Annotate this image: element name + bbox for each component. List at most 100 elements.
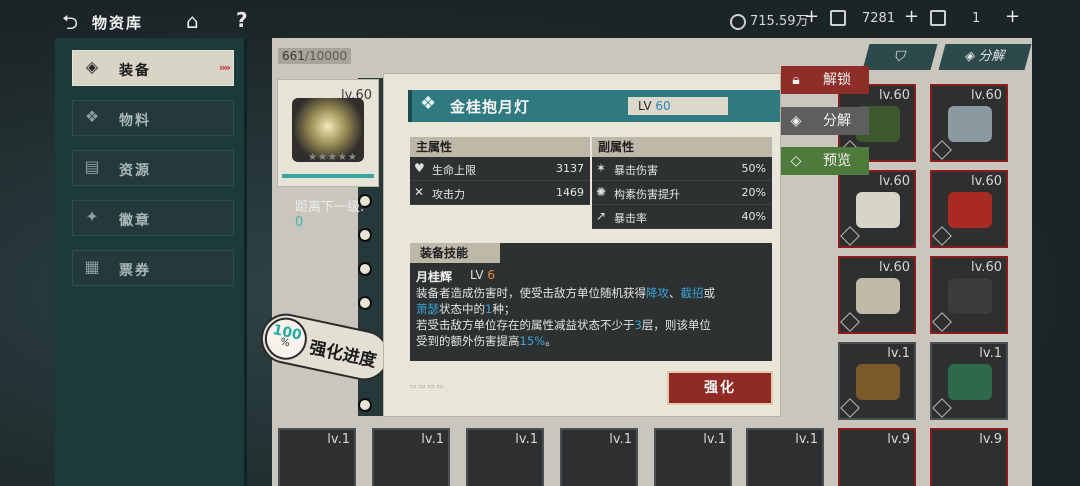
skill-text: 若受击敌方单位存在的属性减益状态不少于	[416, 318, 635, 332]
item-level: lv.1	[887, 346, 910, 361]
attribute-value: 1469	[556, 186, 584, 199]
item-badge-icon	[932, 140, 952, 160]
inventory-item[interactable]: lv.60	[930, 84, 1008, 162]
ring-icon	[358, 228, 372, 242]
tab-vouchers[interactable]: ▦ 票券	[72, 250, 234, 286]
tab-label: 徽章	[119, 213, 151, 229]
inventory-item[interactable]: lv.60	[838, 256, 916, 334]
active-arrows-icon: »»	[218, 61, 231, 74]
attribute-value: 50%	[741, 162, 766, 175]
decompose-button[interactable]: ◈ 分解	[781, 107, 869, 135]
inventory-item[interactable]: lv.1	[654, 428, 732, 486]
sub-attributes-title: 副属性	[592, 137, 772, 157]
tab-badges[interactable]: ✦ 徽章	[72, 200, 234, 236]
preview-button[interactable]: ◇ 预览	[781, 147, 869, 175]
attribute-value: 40%	[741, 210, 766, 223]
inventory-item[interactable]: lv.1	[930, 342, 1008, 420]
swords-icon: ✕	[414, 185, 425, 199]
inventory-item[interactable]: lv.1	[746, 428, 824, 486]
item-level: lv.1	[515, 432, 538, 447]
card-value: 1	[972, 10, 981, 26]
home-icon[interactable]: ⌂	[186, 9, 199, 33]
skill-keyword: 3	[634, 318, 642, 332]
inventory-item[interactable]: lv.9	[930, 428, 1008, 486]
unlock-label: 解锁	[823, 72, 851, 88]
help-icon[interactable]: ?	[236, 8, 248, 32]
attribute-name: 构素伤害提升	[614, 188, 680, 201]
selected-item-card[interactable]: lv.60 ★★★★★	[277, 79, 379, 187]
voucher-icon: ▦	[84, 257, 100, 276]
equipment-skill-box: 装备技能 月桂辉 LV 6 装备者造成伤害时，使受击敌方单位随机获得降攻、截招或…	[410, 243, 772, 361]
inventory-item[interactable]: lv.1	[278, 428, 356, 486]
add-coin-button[interactable]: +	[804, 6, 819, 27]
page-title: 物资库	[92, 14, 144, 32]
inventory-item[interactable]: lv.9	[838, 428, 916, 486]
skill-text: 层，则该单位	[641, 318, 711, 332]
decompose-top-label: 分解	[977, 49, 1008, 64]
level-progress-bar	[282, 174, 374, 178]
construct-damage-icon: ✺	[596, 185, 607, 199]
attribute-row: ♥ 生命上限 3137	[410, 157, 590, 181]
back-icon[interactable]: ⮌	[62, 8, 92, 34]
ring-icon	[358, 296, 372, 310]
item-badge-icon	[840, 312, 860, 332]
skill-text: 或	[703, 286, 716, 300]
skill-text: 、	[669, 286, 681, 300]
item-art	[948, 364, 992, 400]
add-card-button[interactable]: +	[1005, 6, 1020, 27]
next-level-value: 0	[295, 215, 304, 230]
inventory-item[interactable]: lv.1	[372, 428, 450, 486]
inventory-item[interactable]: lv.1	[466, 428, 544, 486]
tab-materials[interactable]: ❖ 物料	[72, 100, 234, 136]
item-level: lv.60	[971, 260, 1002, 275]
skill-level: LV 6	[470, 268, 495, 282]
ring-icon	[358, 262, 372, 276]
ring-icon	[358, 398, 372, 412]
item-art	[948, 192, 992, 228]
inventory-item[interactable]: lv.1	[560, 428, 638, 486]
filter-button[interactable]: ⛉	[862, 44, 938, 70]
item-level: lv.1	[703, 432, 726, 447]
attribute-name: 攻击力	[432, 188, 465, 201]
badge-icon: ✦	[85, 207, 99, 226]
upgrade-button[interactable]: 强化	[667, 371, 773, 405]
tab-label: 装备	[119, 63, 151, 79]
add-ticket-button[interactable]: +	[904, 6, 919, 27]
lock-icon: 🔒︎	[792, 72, 800, 88]
inventory-item[interactable]: lv.60	[838, 170, 916, 248]
crit-rate-icon: ↗	[596, 209, 607, 223]
tab-equipment[interactable]: ◈ 装备 »»	[72, 50, 234, 86]
inventory-item[interactable]: lv.60	[930, 170, 1008, 248]
item-level: lv.60	[879, 88, 910, 103]
skill-keyword: 萧瑟	[416, 302, 439, 316]
resource-ticket: 7281	[830, 10, 895, 26]
decompose-top-button[interactable]: ◈ 分解	[938, 44, 1032, 70]
resource-card: 1	[930, 10, 980, 26]
inventory-item[interactable]: lv.1	[838, 342, 916, 420]
equipment-icon: ◈	[85, 57, 99, 76]
skill-description: 装备者造成伤害时，使受击敌方单位随机获得降攻、截招或 萧瑟状态中的1种； 若受击…	[416, 285, 770, 349]
capacity-max: /10000	[304, 49, 348, 63]
ticket-value: 7281	[862, 10, 896, 26]
level-value: 60	[655, 99, 671, 113]
tab-label: 物料	[119, 113, 151, 129]
skill-keyword: 降攻	[646, 286, 669, 300]
inventory-item[interactable]: lv.60	[930, 256, 1008, 334]
item-badge-icon	[932, 226, 952, 246]
item-level: lv.60	[971, 174, 1002, 189]
tab-resources[interactable]: ▤ 资源	[72, 150, 234, 186]
unlock-button[interactable]: 🔒︎ 解锁	[781, 66, 869, 94]
item-badge-icon	[840, 226, 860, 246]
attribute-name: 暴击率	[614, 212, 647, 225]
next-level-info: 距离下一级: 0	[295, 196, 364, 230]
crit-damage-icon: ✶	[596, 161, 607, 175]
main-attributes-title: 主属性	[410, 137, 590, 157]
tab-label: 资源	[119, 163, 151, 179]
item-badge-icon	[932, 312, 952, 332]
skill-name: 月桂辉	[416, 270, 453, 284]
attribute-name: 生命上限	[432, 164, 476, 177]
next-level-label: 距离下一级:	[295, 200, 365, 215]
attribute-row: ✺ 构素伤害提升 20%	[592, 181, 772, 205]
item-level: lv.9	[979, 432, 1002, 447]
filter-icon: ⛉	[892, 49, 908, 65]
